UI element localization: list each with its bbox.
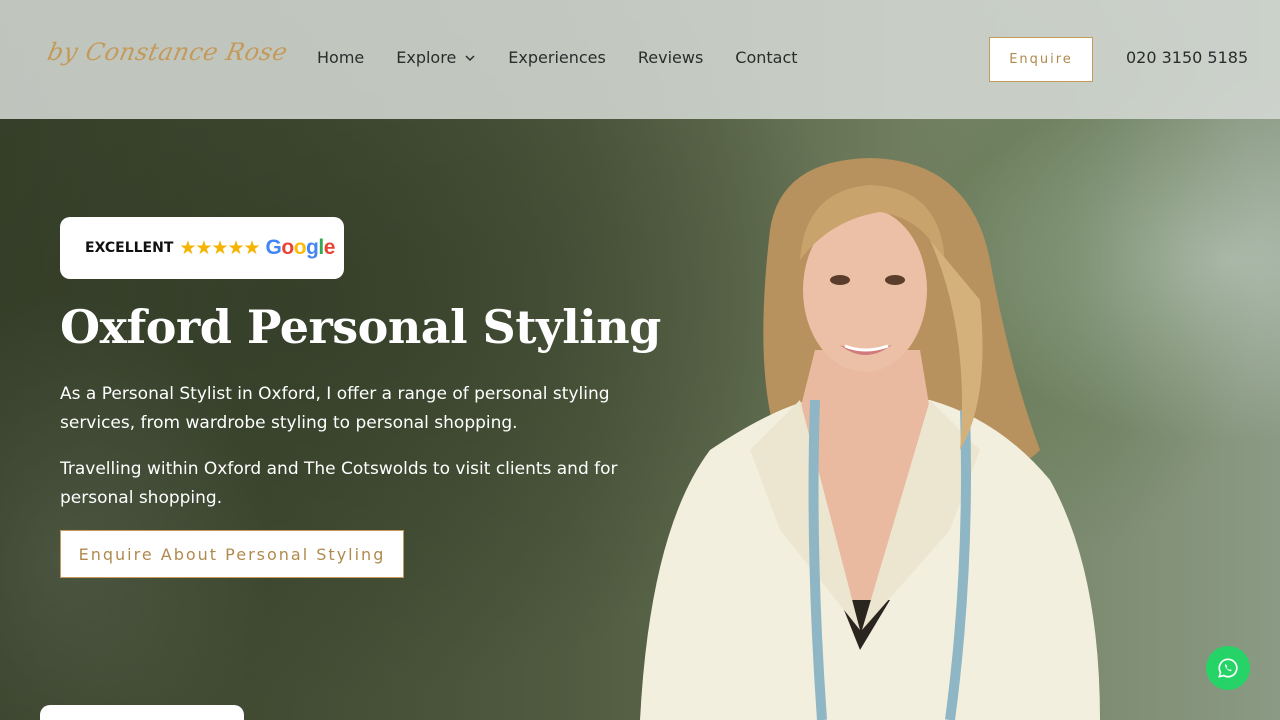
- phone-link[interactable]: 020 3150 5185: [1126, 48, 1248, 67]
- nav-explore-label: Explore: [396, 48, 457, 67]
- google-review-badge[interactable]: EXCELLENT ★★★★★ Google: [60, 217, 344, 279]
- nav-reviews[interactable]: Reviews: [638, 48, 703, 67]
- main-nav: Home Explore Experiences Reviews Contact: [317, 48, 830, 67]
- nav-home[interactable]: Home: [317, 48, 364, 67]
- hero-travel-note: Travelling within Oxford and The Cotswol…: [60, 459, 618, 508]
- page-title: Oxford Personal Styling: [60, 300, 661, 354]
- star-rating-icon: ★★★★★: [179, 237, 260, 259]
- google-logo: Google: [265, 236, 336, 260]
- google-letter: o: [281, 236, 294, 259]
- brand-logo[interactable]: by Constance Rose: [45, 38, 290, 66]
- google-letter: e: [323, 236, 336, 259]
- google-letter: o: [293, 236, 307, 259]
- nav-reviews-label: Reviews: [637, 48, 704, 67]
- bottom-card-tab: [40, 705, 244, 720]
- nav-contact-label: Contact: [735, 48, 798, 67]
- enquire-styling-button[interactable]: Enquire About Personal Styling: [60, 530, 404, 578]
- nav-home-label: Home: [317, 48, 365, 67]
- nav-contact[interactable]: Contact: [735, 48, 797, 67]
- google-letter: g: [306, 236, 319, 259]
- rating-label: EXCELLENT: [85, 240, 174, 256]
- chevron-down-icon: [465, 54, 475, 61]
- site-header: by Constance Rose Home Explore Experienc…: [0, 0, 1280, 119]
- whatsapp-button[interactable]: [1206, 646, 1250, 690]
- google-letter: G: [265, 236, 282, 259]
- stylist-photo: [600, 150, 1120, 720]
- nav-experiences[interactable]: Experiences: [508, 48, 606, 67]
- nav-experiences-label: Experiences: [508, 48, 606, 67]
- whatsapp-icon: [1218, 658, 1238, 678]
- enquire-button[interactable]: Enquire: [989, 37, 1093, 82]
- hero-intro: As a Personal Stylist in Oxford, I offer…: [60, 384, 610, 433]
- nav-explore[interactable]: Explore: [396, 48, 476, 67]
